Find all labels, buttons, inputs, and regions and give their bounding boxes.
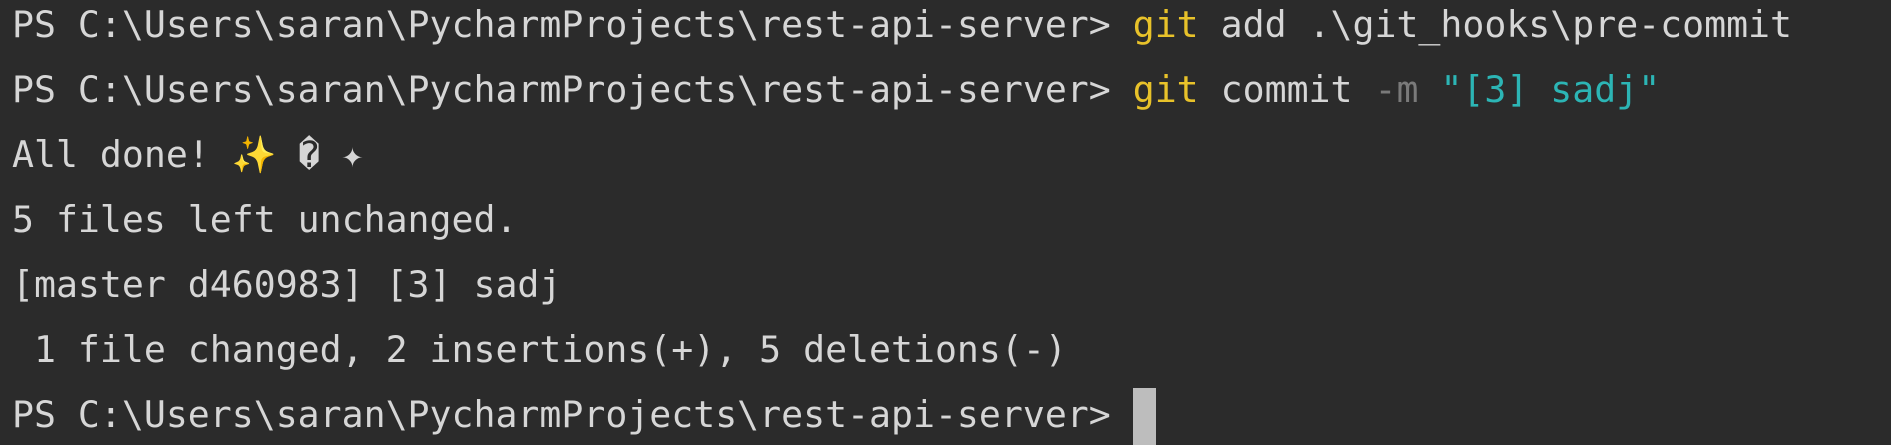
- command-git: git: [1132, 3, 1199, 46]
- command-flag: -m: [1374, 68, 1419, 111]
- command-args: commit: [1220, 68, 1353, 111]
- command-git: git: [1132, 68, 1199, 111]
- output-text: All done!: [12, 133, 210, 176]
- prompt: PS C:\Users\saran\PycharmProjects\rest-a…: [12, 393, 1111, 436]
- output-text: [master d460983] [3] sadj: [12, 263, 562, 306]
- terminal-line-commit-stats: 1 file changed, 2 insertions(+), 5 delet…: [12, 317, 1891, 382]
- terminal-line-git-commit: PS C:\Users\saran\PycharmProjects\rest-a…: [12, 57, 1891, 122]
- output-text: 1 file changed, 2 insertions(+), 5 delet…: [12, 328, 1067, 371]
- terminal-line-git-add: PS C:\Users\saran\PycharmProjects\rest-a…: [12, 0, 1891, 57]
- terminal-output[interactable]: PS C:\Users\saran\PycharmProjects\rest-a…: [0, 0, 1891, 445]
- terminal-line-current-prompt[interactable]: PS C:\Users\saran\PycharmProjects\rest-a…: [12, 382, 1891, 445]
- sparkles-icon: ✨ � ✦: [231, 135, 364, 176]
- command-args: add .\git_hooks\pre-commit: [1220, 3, 1793, 46]
- terminal-line-commit-result: [master d460983] [3] sadj: [12, 252, 1891, 317]
- prompt: PS C:\Users\saran\PycharmProjects\rest-a…: [12, 68, 1111, 111]
- terminal-line-files-unchanged: 5 files left unchanged.: [12, 187, 1891, 252]
- commit-message-string: "[3] sadj": [1440, 68, 1661, 111]
- text-cursor[interactable]: [1132, 388, 1156, 445]
- terminal-line-all-done: All done! ✨ � ✦: [12, 122, 1891, 187]
- output-text: 5 files left unchanged.: [12, 198, 518, 241]
- prompt: PS C:\Users\saran\PycharmProjects\rest-a…: [12, 3, 1111, 46]
